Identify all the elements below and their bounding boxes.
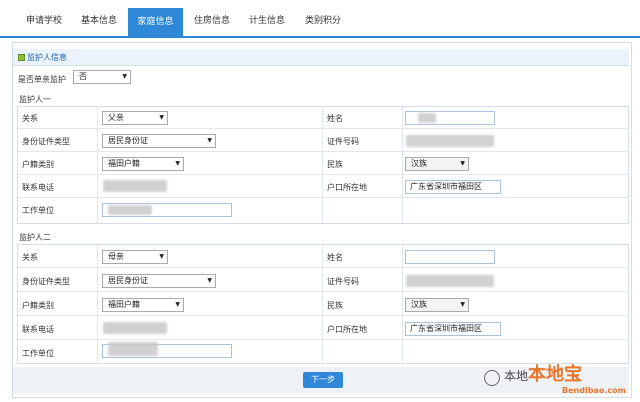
- tab-family-info[interactable]: 家庭信息: [128, 8, 183, 36]
- watermark: 本地 本地宝 Bendibao.com: [478, 360, 640, 400]
- chevron-down-icon: ▼: [460, 160, 465, 167]
- ethnic-label: 民族: [327, 160, 343, 169]
- address-value: 广东省深圳市福田区: [410, 182, 482, 191]
- row-divider: [18, 291, 628, 292]
- guardian-2-ethnic-select[interactable]: 汉族 ▼: [405, 298, 469, 312]
- watermark-prefix: 本地: [504, 369, 529, 383]
- tab-category-points[interactable]: 类别积分: [297, 7, 349, 36]
- phone-label: 联系电话: [22, 183, 54, 192]
- work-label: 工作单位: [22, 349, 54, 358]
- address-value: 广东省深圳市福田区: [410, 324, 482, 333]
- col-divider: [322, 107, 323, 223]
- redacted-mask: [418, 113, 436, 123]
- section-title: 监护人信息: [27, 53, 67, 62]
- id-type-value: 居民身份证: [108, 136, 148, 145]
- guardian-1-relation-select[interactable]: 父亲 ▼: [102, 111, 168, 125]
- redacted-mask: [108, 205, 152, 215]
- tab-bar: 申请学校 基本信息 家庭信息 住房信息 计生信息 类别积分: [0, 0, 640, 38]
- watermark-url: Bendibao.com: [562, 386, 626, 395]
- name-label: 姓名: [327, 253, 343, 262]
- chevron-down-icon: ▼: [175, 160, 180, 167]
- row-divider: [18, 315, 628, 316]
- guardian-1-id-type-select[interactable]: 居民身份证 ▼: [102, 134, 216, 148]
- ethnic-value: 汉族: [411, 300, 427, 309]
- section-header: 监护人信息: [13, 49, 629, 66]
- single-parent-value: 否: [79, 72, 87, 81]
- guardian-2-id-type-select[interactable]: 居民身份证 ▼: [102, 274, 216, 288]
- relation-label: 关系: [22, 114, 38, 123]
- guardian-1-phone-input[interactable]: [103, 180, 167, 192]
- row-divider: [18, 197, 628, 198]
- col-divider: [402, 107, 403, 223]
- name-label: 姓名: [327, 114, 343, 123]
- guardian-1-id-number-input[interactable]: [406, 135, 494, 147]
- guardian-2-name-input[interactable]: [405, 250, 495, 264]
- guardian-1-hukou-select[interactable]: 福田户籍 ▼: [102, 157, 184, 171]
- relation-label: 关系: [22, 253, 38, 262]
- hukou-label: 户籍类别: [22, 301, 54, 310]
- single-parent-select[interactable]: 否 ▼: [73, 70, 131, 84]
- phone-label: 联系电话: [22, 325, 54, 334]
- chevron-down-icon: ▼: [207, 137, 212, 144]
- row-divider: [18, 174, 628, 175]
- ethnic-label: 民族: [327, 301, 343, 310]
- row-divider: [18, 339, 628, 340]
- guardian-1-title: 监护人一: [19, 95, 51, 104]
- id-type-label: 身份证件类型: [22, 137, 70, 146]
- tab-family-planning-info[interactable]: 计生信息: [241, 7, 293, 36]
- guardian-1-address-input[interactable]: 广东省深圳市福田区: [405, 180, 501, 194]
- guardian-2-phone-input[interactable]: [103, 322, 167, 334]
- guardian-2-relation-select[interactable]: 母亲 ▼: [102, 250, 168, 264]
- redacted-mask: [108, 342, 158, 356]
- col-divider: [322, 245, 323, 363]
- work-label: 工作单位: [22, 206, 54, 215]
- guardian-2-title: 监护人二: [19, 233, 51, 242]
- guardian-2-hukou-select[interactable]: 福田户籍 ▼: [102, 298, 184, 312]
- chevron-down-icon: ▼: [122, 73, 127, 80]
- col-divider: [97, 107, 98, 223]
- id-type-label: 身份证件类型: [22, 277, 70, 286]
- tab-housing-info[interactable]: 住房信息: [186, 7, 238, 36]
- chevron-down-icon: ▼: [159, 253, 164, 260]
- guardian-1-ethnic-select[interactable]: 汉族 ▼: [405, 157, 469, 171]
- row-divider: [18, 267, 628, 268]
- id-number-label: 证件号码: [327, 137, 359, 146]
- watermark-brand: 本地宝: [528, 364, 582, 385]
- hukou-label: 户籍类别: [22, 160, 54, 169]
- hukou-value: 福田户籍: [108, 300, 140, 309]
- section-bullet-icon: [18, 54, 25, 61]
- id-type-value: 居民身份证: [108, 276, 148, 285]
- chevron-down-icon: ▼: [460, 301, 465, 308]
- ethnic-value: 汉族: [411, 159, 427, 168]
- wechat-icon: [484, 370, 500, 386]
- guardian-2-id-number-input[interactable]: [406, 275, 494, 287]
- address-label: 户口所在地: [327, 183, 367, 192]
- relation-value: 父亲: [108, 113, 124, 122]
- single-parent-label: 是否单亲监护: [18, 75, 66, 84]
- id-number-label: 证件号码: [327, 277, 359, 286]
- col-divider: [97, 245, 98, 363]
- row-divider: [18, 151, 628, 152]
- hukou-value: 福田户籍: [108, 159, 140, 168]
- address-label: 户口所在地: [327, 325, 367, 334]
- chevron-down-icon: ▼: [159, 114, 164, 121]
- guardian-2-address-input[interactable]: 广东省深圳市福田区: [405, 322, 501, 336]
- col-divider: [402, 245, 403, 363]
- next-step-button[interactable]: 下一步: [303, 372, 343, 388]
- tab-apply-school[interactable]: 申请学校: [18, 7, 70, 36]
- relation-value: 母亲: [108, 252, 124, 261]
- chevron-down-icon: ▼: [175, 301, 180, 308]
- chevron-down-icon: ▼: [207, 277, 212, 284]
- tab-basic-info[interactable]: 基本信息: [73, 7, 125, 36]
- row-divider: [18, 128, 628, 129]
